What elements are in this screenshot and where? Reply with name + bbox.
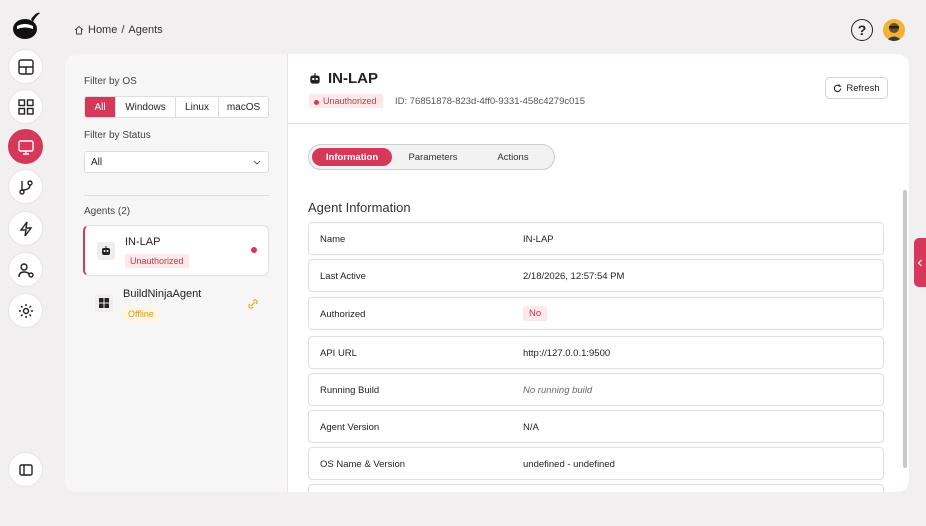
os-filter-windows[interactable]: Windows [116,97,176,117]
rail-grid-button[interactable] [8,89,43,124]
avatar-icon [886,23,902,41]
rail-collapse-button[interactable] [8,452,43,487]
rail-agents-button[interactable] [8,129,43,164]
robot-icon [310,72,320,84]
help-button[interactable]: ? [851,19,873,41]
agent-list-item[interactable]: BuildNinjaAgent Offline [83,278,269,329]
os-filter-linux[interactable]: Linux [176,97,219,117]
info-value: IN-LAP [523,234,554,245]
info-key: OS Name & Version [320,459,406,470]
authorized-badge: No [523,306,548,321]
os-filter-macos[interactable]: macOS [219,97,268,117]
agent-header: IN-LAP Unauthorized ID: 76851878-823d-4f… [288,54,909,124]
rail-git-button[interactable] [8,169,43,204]
agent-id: ID: 76851878-823d-4ff0-9331-458c4279c015 [395,96,585,107]
agent-detail-panel: IN-LAP Unauthorized ID: 76851878-823d-4f… [288,54,909,492]
dashboard-icon [17,58,34,75]
chevron-left-icon [917,259,922,266]
main-card: Filter by OS All Windows Linux macOS Fil… [65,54,909,492]
agent-title: IN-LAP [308,70,378,87]
info-value: No running build [523,385,593,396]
git-branch-icon [18,179,33,195]
info-value: 2/18/2026, 12:57:54 PM [523,271,625,282]
info-row: OS Name & Version undefined - undefined [308,447,884,480]
filter-os-label: Filter by OS [84,76,137,87]
agent-title-text: IN-LAP [328,70,378,87]
status-dot [251,247,257,253]
info-key: Authorized [320,309,366,320]
info-key: Agent Version [320,422,380,433]
rail-dashboard-button[interactable] [8,49,43,84]
filter-status-label: Filter by Status [84,130,151,141]
nav-rail [0,0,52,526]
agent-icon-wrap [97,242,115,260]
info-row: Running Build No running build [308,373,884,406]
divider [84,195,269,196]
info-value: undefined - undefined [523,459,615,470]
status-dot [314,100,319,105]
agent-name: BuildNinjaAgent [123,288,202,300]
avatar[interactable] [883,19,905,41]
breadcrumb: Home / Agents [74,24,163,36]
agent-list-item[interactable]: IN-LAP Unauthorized [83,225,269,276]
breadcrumb-current: Agents [128,24,163,36]
robot-icon [102,246,110,255]
status-badge: Unauthorized [309,94,383,108]
refresh-button[interactable]: Refresh [825,77,888,99]
rail-users-button[interactable] [8,252,43,287]
info-row: Last Active 2/18/2026, 12:57:54 PM [308,259,884,292]
info-row [308,484,884,492]
user-settings-icon [17,262,34,278]
status-badge: Offline [123,307,159,321]
info-value: http://127.0.0.1:9500 [523,348,611,359]
refresh-icon [834,83,842,92]
info-key: Name [320,234,346,245]
info-key: Running Build [320,385,380,396]
chevron-down-icon [253,160,261,165]
link-off-icon [248,299,258,309]
info-row: Authorized No [308,297,884,330]
lightning-icon [19,221,32,236]
info-row: Name IN-LAP [308,222,884,255]
help-icon: ? [857,22,867,38]
status-select[interactable]: All [84,151,269,173]
windows-icon [99,298,109,308]
info-row: Agent Version N/A [308,410,884,443]
os-filter-all[interactable]: All [85,97,116,117]
os-filter-group: All Windows Linux macOS [84,96,269,118]
info-value: N/A [523,422,539,433]
tab-actions[interactable]: Actions [473,148,553,166]
scrollbar[interactable] [903,190,907,468]
refresh-label: Refresh [846,82,880,94]
gear-icon [18,303,33,318]
panel-toggle-icon [18,463,33,476]
info-key: Last Active [320,271,366,282]
rail-settings-button[interactable] [8,293,43,328]
tab-parameters[interactable]: Parameters [393,148,473,166]
rail-triggers-button[interactable] [8,211,43,246]
side-panel-toggle[interactable] [914,238,926,287]
section-title: Agent Information [308,200,411,215]
home-icon[interactable] [74,25,84,35]
status-badge: Unauthorized [125,254,189,268]
agents-count-label: Agents (2) [84,206,131,217]
detail-tabs: Information Parameters Actions [308,144,555,170]
status-select-value: All [91,156,103,168]
monitor-icon [17,139,34,155]
grid-icon [17,98,34,115]
agent-name: IN-LAP [125,236,161,248]
status-badge-text: Unauthorized [323,96,377,106]
breadcrumb-separator: / [121,24,125,36]
agent-icon-wrap [95,294,113,312]
tab-information[interactable]: Information [312,148,392,166]
ninja-logo-icon[interactable] [11,9,41,41]
info-row: API URL http://127.0.0.1:9500 [308,336,884,369]
breadcrumb-home[interactable]: Home [88,24,117,36]
agents-sidebar: Filter by OS All Windows Linux macOS Fil… [65,54,288,492]
info-key: API URL [320,348,357,359]
